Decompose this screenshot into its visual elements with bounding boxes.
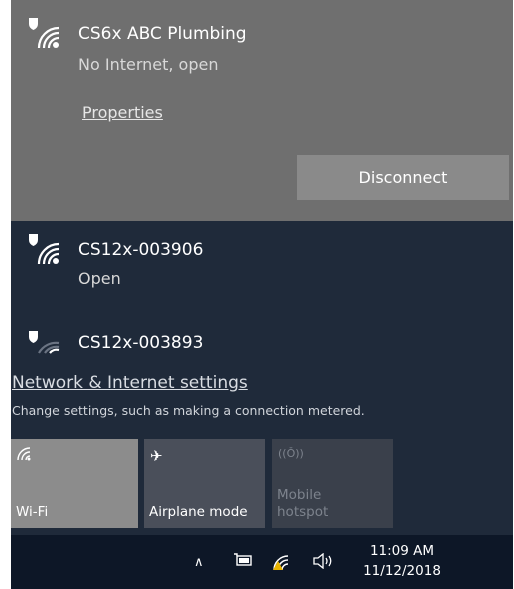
chevron-up-icon[interactable]: ∧ xyxy=(194,554,204,572)
network-name: CS12x-003893 xyxy=(78,333,204,353)
connected-network-name: CS6x ABC Plumbing xyxy=(78,24,247,44)
quick-actions: Wi-Fi ✈ Airplane mode ((Ǒ)) Mobile hotsp… xyxy=(11,437,513,529)
airplane-mode-tile[interactable]: ✈ Airplane mode xyxy=(144,439,265,528)
airplane-icon: ✈ xyxy=(150,447,163,465)
network-settings-description: Change settings, such as making a connec… xyxy=(12,403,365,418)
disconnect-button[interactable]: Disconnect xyxy=(297,155,509,200)
network-item-cs12x-003906[interactable]: CS12x-003906 Open xyxy=(11,221,513,309)
properties-link[interactable]: Properties xyxy=(82,103,163,122)
wifi-tile-label: Wi-Fi xyxy=(16,504,49,520)
taskbar: ∧ 11:09 AM 11/12/2018 xyxy=(11,535,513,589)
clock-time: 11:09 AM xyxy=(369,543,435,559)
network-name: CS12x-003906 xyxy=(78,240,204,260)
network-status: Open xyxy=(78,269,121,288)
wifi-warning-icon[interactable] xyxy=(272,553,292,575)
connected-network-status: No Internet, open xyxy=(78,55,219,74)
clock-date: 11/12/2018 xyxy=(363,563,441,579)
available-networks-list: CS12x-003906 Open CS12x-003893 Network &… xyxy=(11,221,513,437)
network-item-cs12x-003893[interactable]: CS12x-003893 xyxy=(11,321,513,366)
network-settings-link[interactable]: Network & Internet settings xyxy=(12,373,248,393)
wifi-toggle-tile[interactable]: Wi-Fi xyxy=(11,439,138,528)
clock[interactable]: 11:09 AM 11/12/2018 xyxy=(357,541,447,581)
wifi-icon xyxy=(17,447,35,465)
mobile-hotspot-icon: ((Ǒ)) xyxy=(278,447,304,460)
battery-icon[interactable] xyxy=(233,553,253,571)
weak-secured-wifi-icon xyxy=(27,329,61,363)
volume-icon[interactable] xyxy=(312,552,334,573)
mobile-hotspot-tile[interactable]: ((Ǒ)) Mobile hotspot xyxy=(272,439,393,528)
hotspot-tile-label: Mobile hotspot xyxy=(277,487,329,520)
secured-wifi-icon xyxy=(27,16,61,50)
connected-network-panel[interactable]: CS6x ABC Plumbing No Internet, open Prop… xyxy=(11,0,513,221)
network-flyout: CS6x ABC Plumbing No Internet, open Prop… xyxy=(11,0,513,535)
secured-wifi-icon xyxy=(27,232,61,266)
airplane-tile-label: Airplane mode xyxy=(149,504,248,520)
